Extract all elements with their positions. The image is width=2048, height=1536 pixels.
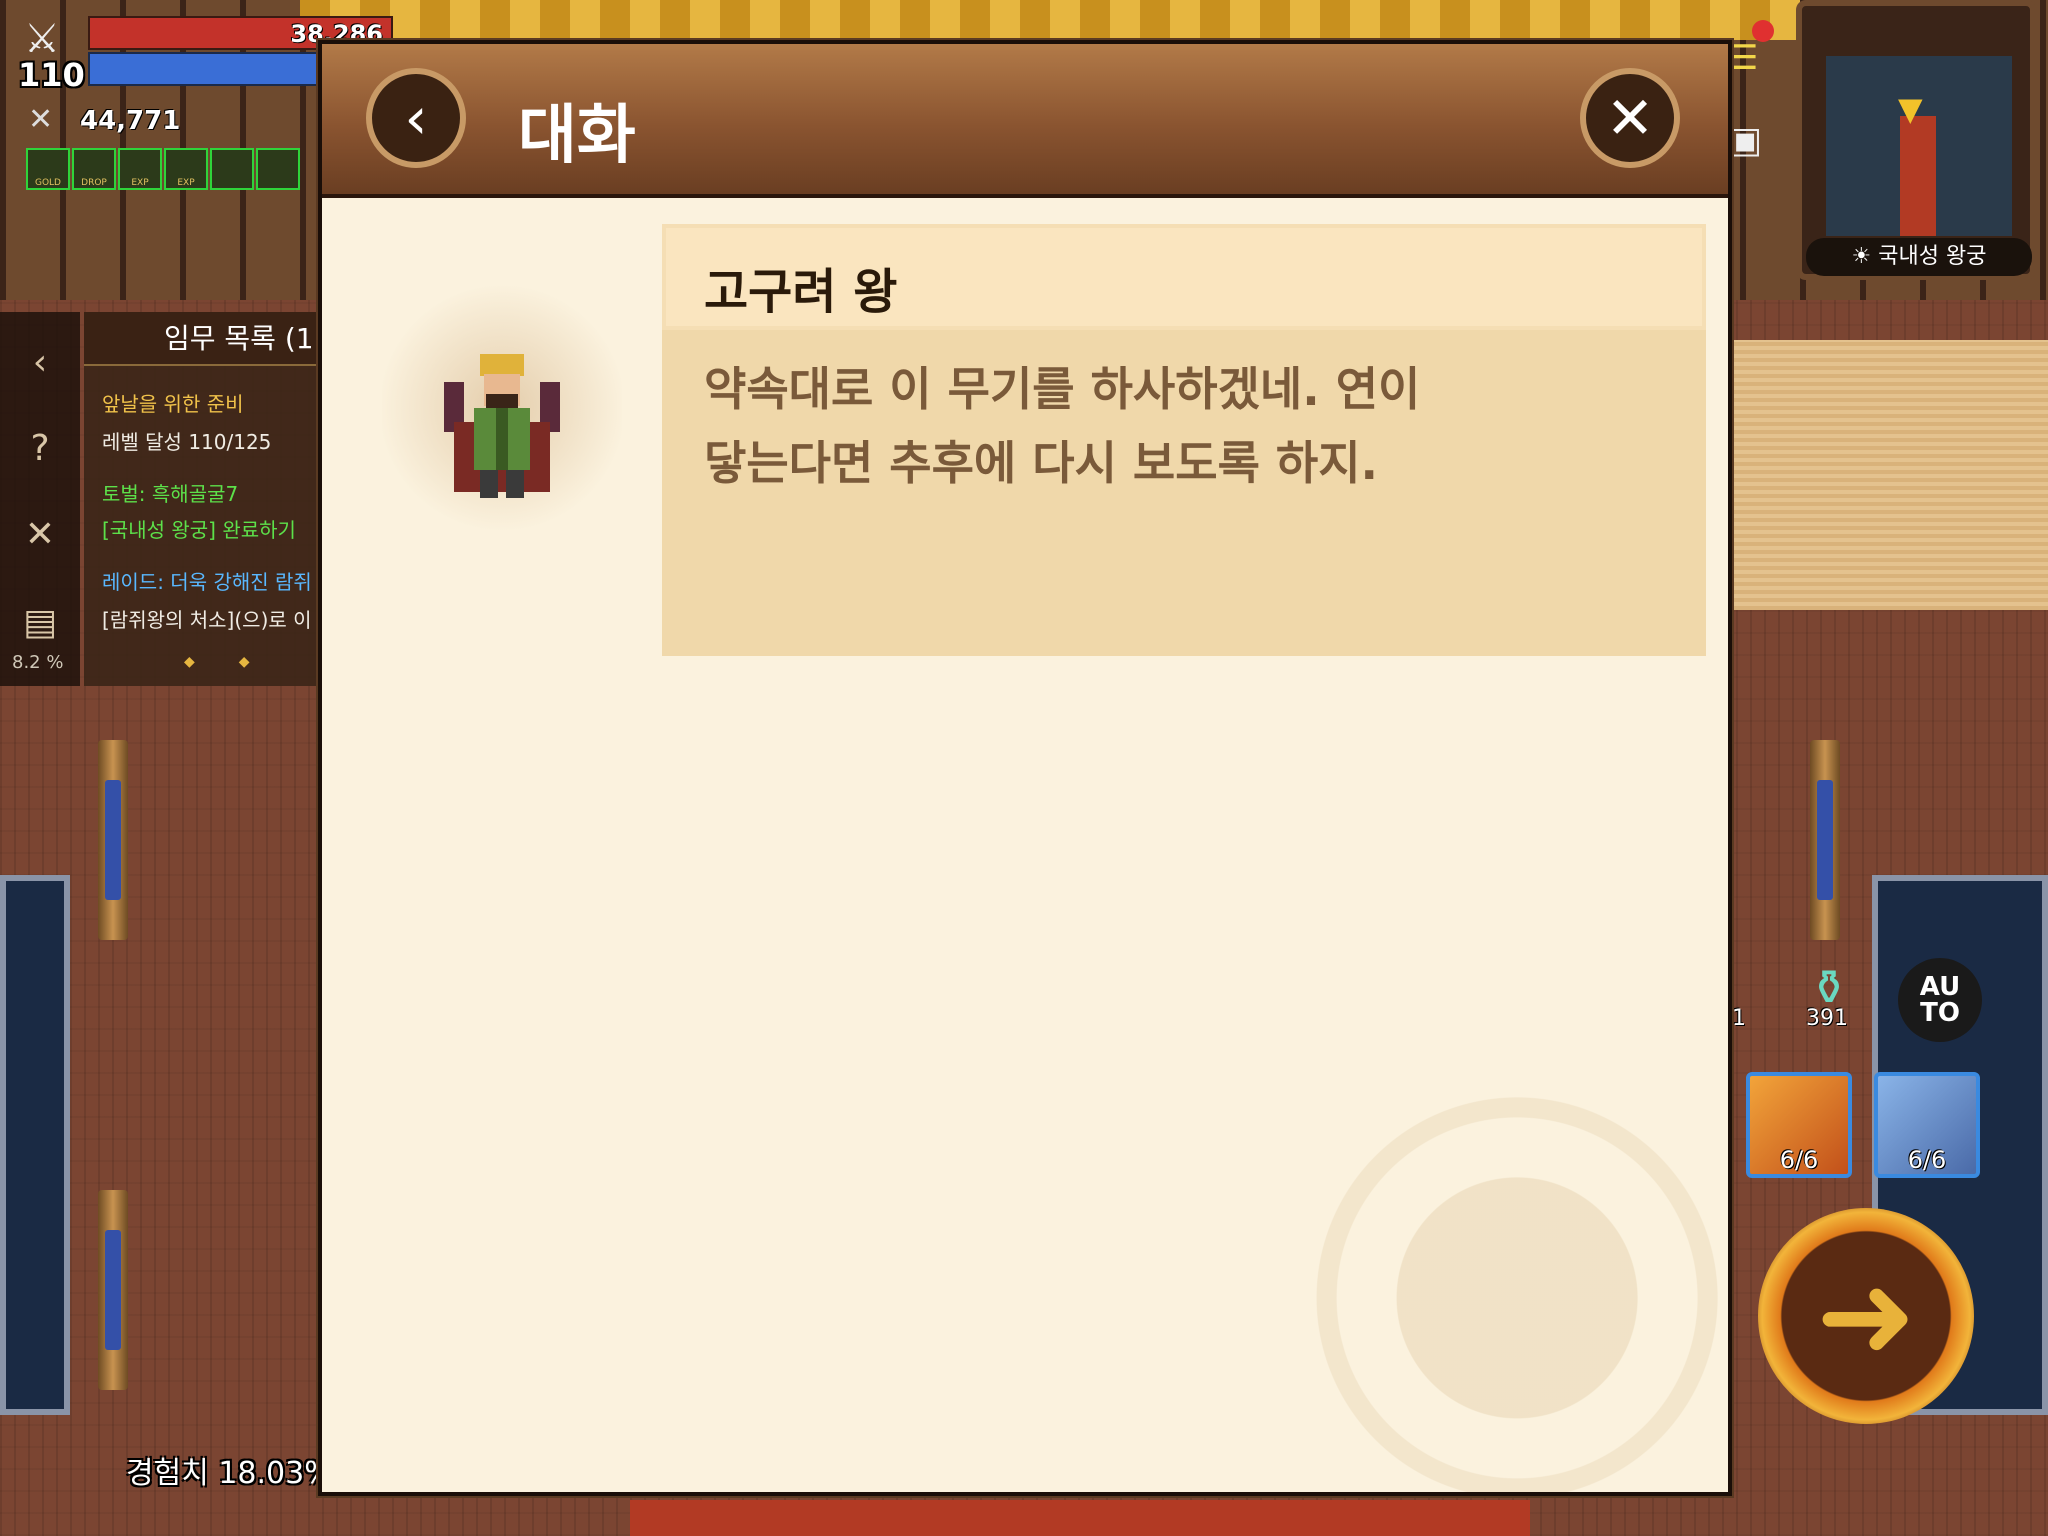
item-count: 1 bbox=[1732, 1006, 1746, 1031]
quest-desc: [람쥐왕의 처소](으)로 이 bbox=[102, 608, 312, 632]
quest-title[interactable]: 토벌: 흑해골굴7 bbox=[102, 478, 238, 507]
buff-bar: GOLD DROP EXP EXP bbox=[26, 148, 300, 190]
quest-list-panel: 임무 목록 (1 앞날을 위한 준비 레벨 달성 110/125 토벌: 흑해골… bbox=[84, 312, 324, 686]
skill-charges: 6/6 bbox=[1907, 1146, 1947, 1174]
scroll-buff-icon[interactable] bbox=[210, 148, 254, 190]
drop-buff-icon[interactable]: DROP bbox=[72, 148, 116, 190]
coin-icon: ✕ bbox=[28, 102, 54, 137]
gold-buff-icon[interactable]: GOLD bbox=[26, 148, 70, 190]
speech-box: 고구려 왕 약속대로 이 무기를 하사하겠네. 연이 닿는다면 추후에 다시 보… bbox=[662, 224, 1706, 656]
gold-amount: 44,771 bbox=[80, 106, 181, 136]
dialog-window: ‹ 대화 ✕ 고구려 왕 약속대로 이 무기를 하사하겠네. 연이 닿는다면 추… bbox=[318, 40, 1732, 1496]
quest-desc: 레벨 달성 110/125 bbox=[102, 430, 272, 454]
dialog-line: 약속대로 이 무기를 하사하겠네. 연이 bbox=[704, 362, 1421, 416]
speaker-bar: 고구려 왕 bbox=[662, 224, 1706, 330]
arrow-right-icon: ➜ bbox=[1815, 1246, 1917, 1386]
crossed-swords-icon: ⚔ bbox=[24, 16, 60, 62]
dialog-line: 닿는다면 추후에 다시 보도록 하지. bbox=[704, 436, 1379, 490]
page-indicator[interactable]: ◆◆ bbox=[184, 654, 294, 670]
skill-summon-button[interactable]: 6/6 bbox=[1874, 1072, 1980, 1178]
king-portrait-icon bbox=[444, 354, 560, 498]
quest-desc: [국내성 왕궁] 완료하기 bbox=[102, 518, 296, 542]
palace-gold-trim bbox=[300, 0, 1800, 40]
dialog-text: 약속대로 이 무기를 하사하겠네. 연이 닿는다면 추후에 다시 보도록 하지. bbox=[704, 352, 1604, 500]
menu-icon[interactable]: ☰ bbox=[1728, 38, 1758, 78]
npc-portrait bbox=[382, 278, 622, 538]
exp-buff-icon[interactable]: EXP bbox=[118, 148, 162, 190]
auto-label: TO bbox=[1920, 998, 1960, 1028]
player-level: 110 bbox=[18, 56, 85, 94]
skill-slash-button[interactable]: 6/6 bbox=[1746, 1072, 1852, 1178]
dialog-title: 대화 bbox=[518, 99, 636, 173]
location-name: ☀ 국내성 왕궁 bbox=[1806, 238, 2032, 276]
player-marker-icon: ▼ bbox=[1898, 90, 1923, 128]
collapse-chevron-icon[interactable]: ‹ bbox=[10, 332, 70, 392]
attack-button[interactable]: ➜ bbox=[1758, 1208, 1974, 1424]
quest-title[interactable]: 앞날을 위한 준비 bbox=[102, 388, 244, 417]
player-status-panel: ⚔ 110 38,286 1 ✕ 44,771 GOLD DROP EXP EX… bbox=[0, 0, 393, 195]
auto-battle-button[interactable]: AU TO bbox=[1898, 958, 1982, 1042]
quest-title[interactable]: 레이드: 더욱 강해진 람쥐 bbox=[102, 566, 312, 595]
throne-carpet bbox=[630, 1500, 1530, 1536]
speaker-name: 고구려 왕 bbox=[704, 264, 898, 320]
close-icon: ✕ bbox=[1605, 84, 1655, 152]
left-carpet bbox=[0, 875, 70, 1415]
palace-rug bbox=[1733, 340, 2048, 610]
chevron-left-icon: ‹ bbox=[404, 84, 428, 152]
skill-charges: 6/6 bbox=[1779, 1146, 1819, 1174]
book-progress: 8.2 % bbox=[12, 652, 64, 673]
potion-count: 391 bbox=[1806, 1006, 1848, 1031]
battle-icon[interactable]: ✕ bbox=[10, 504, 70, 564]
dialog-header: ‹ 대화 ✕ bbox=[322, 44, 1728, 198]
gift-icon[interactable]: ▣ bbox=[1728, 120, 1762, 161]
book-icon[interactable]: ▤ bbox=[10, 592, 70, 652]
minimap-view bbox=[1826, 56, 2012, 236]
side-menu: ‹ ? ✕ ▤ 8.2 % bbox=[0, 312, 80, 686]
palace-pillar bbox=[1810, 740, 1840, 940]
dialog-body[interactable]: 고구려 왕 약속대로 이 무기를 하사하겠네. 연이 닿는다면 추후에 다시 보… bbox=[322, 198, 1728, 1492]
quest-list-title: 임무 목록 (1 bbox=[84, 312, 324, 366]
quest-scroll-icon[interactable]: ? bbox=[10, 418, 70, 478]
exp-percentage: 경험치 18.03% bbox=[126, 1456, 333, 1491]
palace-pillar bbox=[98, 1190, 128, 1390]
exp-buff-icon[interactable]: EXP bbox=[164, 148, 208, 190]
back-button[interactable]: ‹ bbox=[366, 68, 466, 168]
feather-buff-icon[interactable] bbox=[256, 148, 300, 190]
close-button[interactable]: ✕ bbox=[1580, 68, 1680, 168]
palace-pillar bbox=[98, 740, 128, 940]
